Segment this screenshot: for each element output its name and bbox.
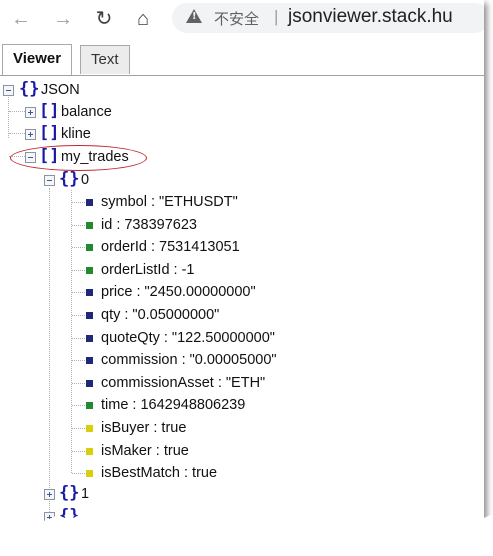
- field-text: time : 1642948806239: [101, 397, 246, 414]
- field-text: id : 738397623: [101, 216, 197, 233]
- tree-leaf-field[interactable]: price : "2450.00000000": [0, 281, 300, 303]
- url-text[interactable]: jsonviewer.stack.hu: [288, 6, 453, 28]
- tree-node-my-trades[interactable]: [] my_trades: [0, 146, 140, 168]
- field-text: quoteQty : "122.50000000": [101, 329, 275, 346]
- tree-leaf-field[interactable]: isBestMatch : true: [0, 462, 300, 484]
- field-text: price : "2450.00000000": [101, 284, 256, 301]
- view-tabs: Viewer Text: [0, 40, 484, 76]
- tree-leaf-field[interactable]: qty : "0.05000000": [0, 304, 300, 326]
- browser-window: ← → ↻ ⌂ 不安全 | jsonviewer.stack.hu Viewer…: [0, 0, 484, 532]
- tree-leaf-field[interactable]: id : 738397623: [0, 214, 300, 236]
- field-text: isMaker : true: [101, 442, 189, 459]
- collapse-toggle-icon[interactable]: [44, 175, 55, 186]
- boolean-value-icon: [86, 425, 93, 432]
- json-tree: {} JSON [] balance [] kline [] my_trades…: [0, 76, 484, 532]
- field-text: isBuyer : true: [101, 420, 187, 436]
- field-text: symbol : "ETHUSDT": [101, 194, 238, 210]
- reload-icon[interactable]: ↻: [91, 6, 117, 32]
- tree-node-trade-0[interactable]: {} 0: [0, 169, 120, 191]
- tree-node-label: JSON: [41, 82, 80, 98]
- tree-leaf-field[interactable]: isBuyer : true: [0, 417, 300, 439]
- object-icon: {}: [59, 483, 80, 503]
- tree-node-kline[interactable]: [] kline: [0, 123, 140, 145]
- number-value-icon: [86, 244, 93, 252]
- field-text: orderListId : -1: [101, 261, 195, 278]
- array-icon: []: [39, 146, 60, 166]
- security-label[interactable]: 不安全: [214, 8, 259, 29]
- tree-guide: [72, 315, 85, 316]
- tree-leaf-field[interactable]: orderId : 7531413051: [0, 236, 300, 258]
- string-value-icon: [86, 199, 93, 206]
- string-value-icon: [86, 334, 93, 342]
- tree-leaf-field[interactable]: isMaker : true: [0, 440, 300, 462]
- tree-leaf-field[interactable]: quoteQty : "122.50000000": [0, 327, 300, 349]
- array-icon: []: [39, 101, 60, 121]
- tree-guide: [72, 428, 85, 429]
- tree-node-label: 1: [81, 486, 90, 502]
- string-value-icon: [86, 357, 93, 365]
- boolean-value-icon: [86, 447, 93, 455]
- object-icon: {}: [19, 79, 40, 99]
- tree-leaf-field[interactable]: time : 1642948806239: [0, 394, 300, 416]
- tree-guide: [72, 337, 85, 339]
- field-text: commission : "0.00005000": [101, 352, 277, 369]
- tree-guide: [72, 202, 85, 203]
- separator: |: [274, 7, 279, 26]
- tree-node-label: balance: [61, 104, 112, 120]
- arrow-left-icon[interactable]: ←: [8, 6, 34, 32]
- tree-leaf-field[interactable]: symbol : "ETHUSDT": [0, 191, 300, 213]
- tree-leaf-field[interactable]: orderListId : -1: [0, 259, 300, 281]
- tree-guide: [72, 382, 85, 384]
- collapse-toggle-icon[interactable]: [3, 85, 14, 96]
- tree-node-label: kline: [61, 126, 91, 142]
- string-value-icon: [86, 379, 93, 387]
- field-text: commissionAsset : "ETH": [101, 374, 266, 391]
- tree-leaf-field[interactable]: commission : "0.00005000": [0, 349, 300, 371]
- string-value-icon: [86, 312, 93, 319]
- array-icon: []: [39, 123, 60, 143]
- field-text: qty : "0.05000000": [101, 307, 220, 323]
- tree-guide: [72, 247, 85, 249]
- collapse-toggle-icon[interactable]: [25, 152, 36, 163]
- tree-guide: [72, 473, 85, 475]
- tree-guide: [72, 269, 85, 271]
- home-icon[interactable]: ⌂: [130, 6, 156, 32]
- expand-toggle-icon[interactable]: [25, 129, 36, 140]
- number-value-icon: [86, 266, 93, 274]
- browser-toolbar: ← → ↻ ⌂ 不安全 | jsonviewer.stack.hu: [0, 0, 484, 38]
- address-bar[interactable]: 不安全 | jsonviewer.stack.hu: [172, 3, 484, 33]
- tree-node-root[interactable]: {} JSON: [0, 79, 120, 101]
- tab-text[interactable]: Text: [80, 45, 130, 74]
- tree-guide: [72, 224, 85, 226]
- tree-node-balance[interactable]: [] balance: [0, 101, 140, 123]
- tree-leaf-field[interactable]: commissionAsset : "ETH": [0, 372, 300, 394]
- tree-guide: [72, 450, 85, 452]
- tab-viewer[interactable]: Viewer: [2, 44, 73, 75]
- torn-edge: [0, 512, 493, 556]
- tree-node-label: my_trades: [61, 149, 129, 165]
- number-value-icon: [86, 402, 93, 410]
- warning-icon[interactable]: [186, 9, 202, 23]
- number-value-icon: [86, 221, 93, 229]
- field-text: isBestMatch : true: [101, 465, 218, 482]
- tree-node-trade-1[interactable]: {} 1: [0, 483, 120, 505]
- expand-toggle-icon[interactable]: [44, 489, 55, 500]
- boolean-value-icon: [86, 470, 93, 478]
- arrow-right-icon[interactable]: →: [50, 6, 76, 32]
- tree-guide: [72, 405, 85, 407]
- tree-guide: [72, 292, 85, 294]
- expand-toggle-icon[interactable]: [25, 107, 36, 118]
- object-icon: {}: [59, 169, 80, 189]
- field-text: orderId : 7531413051: [101, 239, 240, 256]
- string-value-icon: [86, 289, 93, 297]
- tree-node-label: 0: [81, 172, 90, 188]
- tree-guide: [72, 360, 85, 362]
